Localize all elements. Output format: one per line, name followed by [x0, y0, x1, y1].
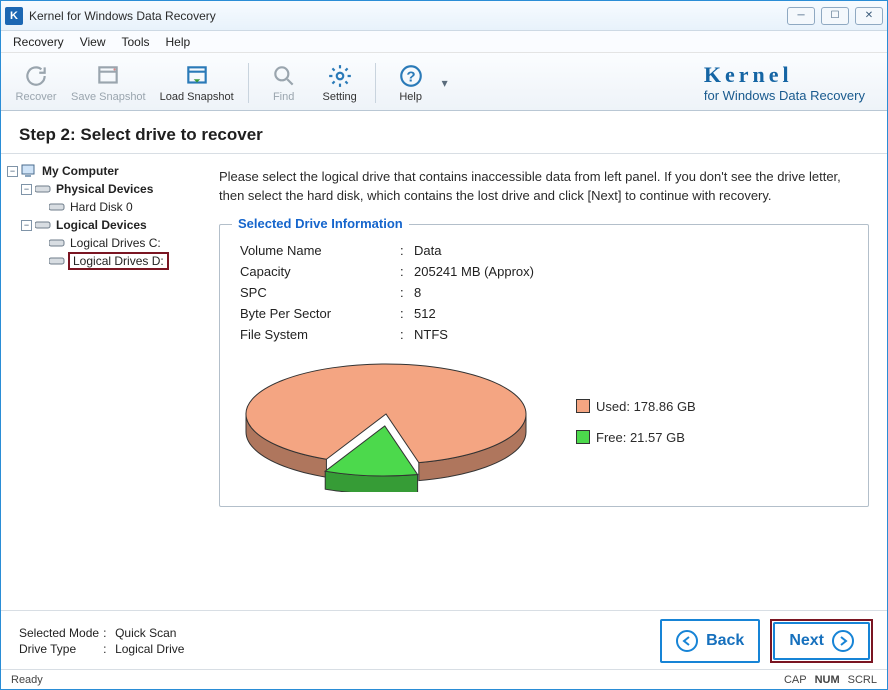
label-drive-type: Drive Type — [19, 642, 99, 656]
recover-icon — [22, 62, 50, 90]
computer-icon — [21, 165, 37, 177]
legend-free-label: Free: 21.57 GB — [596, 430, 685, 445]
next-button[interactable]: Next — [773, 622, 870, 660]
titlebar: K Kernel for Windows Data Recovery ─ ☐ ✕ — [1, 1, 887, 31]
app-icon: K — [5, 7, 23, 25]
label-capacity: Capacity — [240, 264, 400, 279]
device-tree: − My Computer − Physical Devices Hard Di… — [1, 154, 209, 610]
value-drive-type: Logical Drive — [115, 642, 184, 656]
find-icon — [270, 62, 298, 90]
toolbar-separator — [248, 63, 249, 103]
save-snapshot-icon — [94, 62, 122, 90]
label-selected-mode: Selected Mode — [19, 626, 99, 640]
statusbar: Ready CAP NUM SCRL — [1, 669, 887, 689]
value-bps: 512 — [414, 306, 852, 321]
selected-drive-groupbox: Selected Drive Information Volume Name:D… — [219, 224, 869, 507]
drive-icon — [49, 201, 65, 213]
swatch-free — [576, 430, 590, 444]
chart-legend: Used: 178.86 GB Free: 21.57 GB — [576, 399, 696, 445]
tree-hard-disk-0[interactable]: Hard Disk 0 — [7, 198, 203, 216]
menu-view[interactable]: View — [80, 35, 106, 49]
instructions-text: Please select the logical drive that con… — [219, 168, 869, 206]
groupbox-legend: Selected Drive Information — [232, 216, 409, 231]
tree-logical-devices[interactable]: − Logical Devices — [7, 216, 203, 234]
brand-name: Kernel — [704, 62, 865, 88]
legend-used: Used: 178.86 GB — [576, 399, 696, 414]
collapse-icon[interactable]: − — [21, 184, 32, 195]
menubar: Recovery View Tools Help — [1, 31, 887, 53]
content: − My Computer − Physical Devices Hard Di… — [1, 154, 887, 610]
svg-text:?: ? — [406, 68, 415, 85]
close-button[interactable]: ✕ — [855, 7, 883, 25]
tree-logical-drive-c[interactable]: Logical Drives C: — [7, 234, 203, 252]
minimize-button[interactable]: ─ — [787, 7, 815, 25]
usage-pie-chart — [236, 352, 536, 492]
app-window: K Kernel for Windows Data Recovery ─ ☐ ✕… — [0, 0, 888, 690]
toolbar-separator — [375, 63, 376, 103]
arrow-right-icon — [832, 630, 854, 652]
recover-button: Recover — [9, 60, 63, 105]
toolbar-overflow[interactable]: ▾ — [440, 76, 450, 90]
value-capacity: 205241 MB (Approx) — [414, 264, 852, 279]
value-selected-mode: Quick Scan — [115, 626, 184, 640]
label-volume-name: Volume Name — [240, 243, 400, 258]
find-button: Find — [257, 60, 311, 105]
footer: Selected Mode:Quick Scan Drive Type:Logi… — [1, 610, 887, 669]
brand-sub: for Windows Data Recovery — [704, 88, 865, 103]
status-num: NUM — [815, 674, 840, 686]
main-panel: Please select the logical drive that con… — [209, 154, 887, 610]
collapse-icon[interactable]: − — [21, 220, 32, 231]
brand: Kernel for Windows Data Recovery — [704, 62, 879, 103]
label-bps: Byte Per Sector — [240, 306, 400, 321]
drive-icon — [35, 183, 51, 195]
label-fs: File System — [240, 327, 400, 342]
back-button[interactable]: Back — [660, 619, 760, 663]
label-spc: SPC — [240, 285, 400, 300]
collapse-icon[interactable]: − — [7, 166, 18, 177]
drive-icon — [35, 219, 51, 231]
next-button-highlight: Next — [770, 619, 873, 663]
status-cap: CAP — [784, 674, 807, 686]
drive-info-table: Volume Name:Data Capacity:205241 MB (App… — [240, 243, 852, 342]
setting-icon — [326, 62, 354, 90]
window-title: Kernel for Windows Data Recovery — [29, 9, 216, 23]
tree-logical-drive-d[interactable]: Logical Drives D: — [7, 252, 203, 270]
maximize-button[interactable]: ☐ — [821, 7, 849, 25]
swatch-used — [576, 399, 590, 413]
tree-physical-devices[interactable]: − Physical Devices — [7, 180, 203, 198]
load-snapshot-icon — [183, 62, 211, 90]
selected-drive-label: Logical Drives D: — [68, 252, 169, 270]
step-title: Step 2: Select drive to recover — [1, 111, 887, 154]
status-scrl: SCRL — [848, 674, 877, 686]
value-fs: NTFS — [414, 327, 852, 342]
help-icon: ? — [397, 62, 425, 90]
value-spc: 8 — [414, 285, 852, 300]
drive-icon — [49, 255, 65, 267]
toolbar: Recover Save Snapshot Load Snapshot Find — [1, 53, 887, 111]
window-controls: ─ ☐ ✕ — [787, 7, 883, 25]
arrow-left-icon — [676, 630, 698, 652]
setting-button[interactable]: Setting — [313, 60, 367, 105]
menu-tools[interactable]: Tools — [121, 35, 149, 49]
tree-my-computer[interactable]: − My Computer — [7, 162, 203, 180]
pie-chart-area: Used: 178.86 GB Free: 21.57 GB — [236, 352, 852, 492]
menu-recovery[interactable]: Recovery — [13, 35, 64, 49]
load-snapshot-button[interactable]: Load Snapshot — [154, 60, 240, 105]
drive-icon — [49, 237, 65, 249]
legend-free: Free: 21.57 GB — [576, 430, 696, 445]
save-snapshot-button: Save Snapshot — [65, 60, 152, 105]
status-ready: Ready — [11, 674, 43, 686]
legend-used-label: Used: 178.86 GB — [596, 399, 696, 414]
nav-buttons: Back Next — [660, 619, 873, 663]
menu-help[interactable]: Help — [166, 35, 191, 49]
help-button[interactable]: ? Help — [384, 60, 438, 105]
mode-info: Selected Mode:Quick Scan Drive Type:Logi… — [19, 626, 184, 656]
value-volume-name: Data — [414, 243, 852, 258]
